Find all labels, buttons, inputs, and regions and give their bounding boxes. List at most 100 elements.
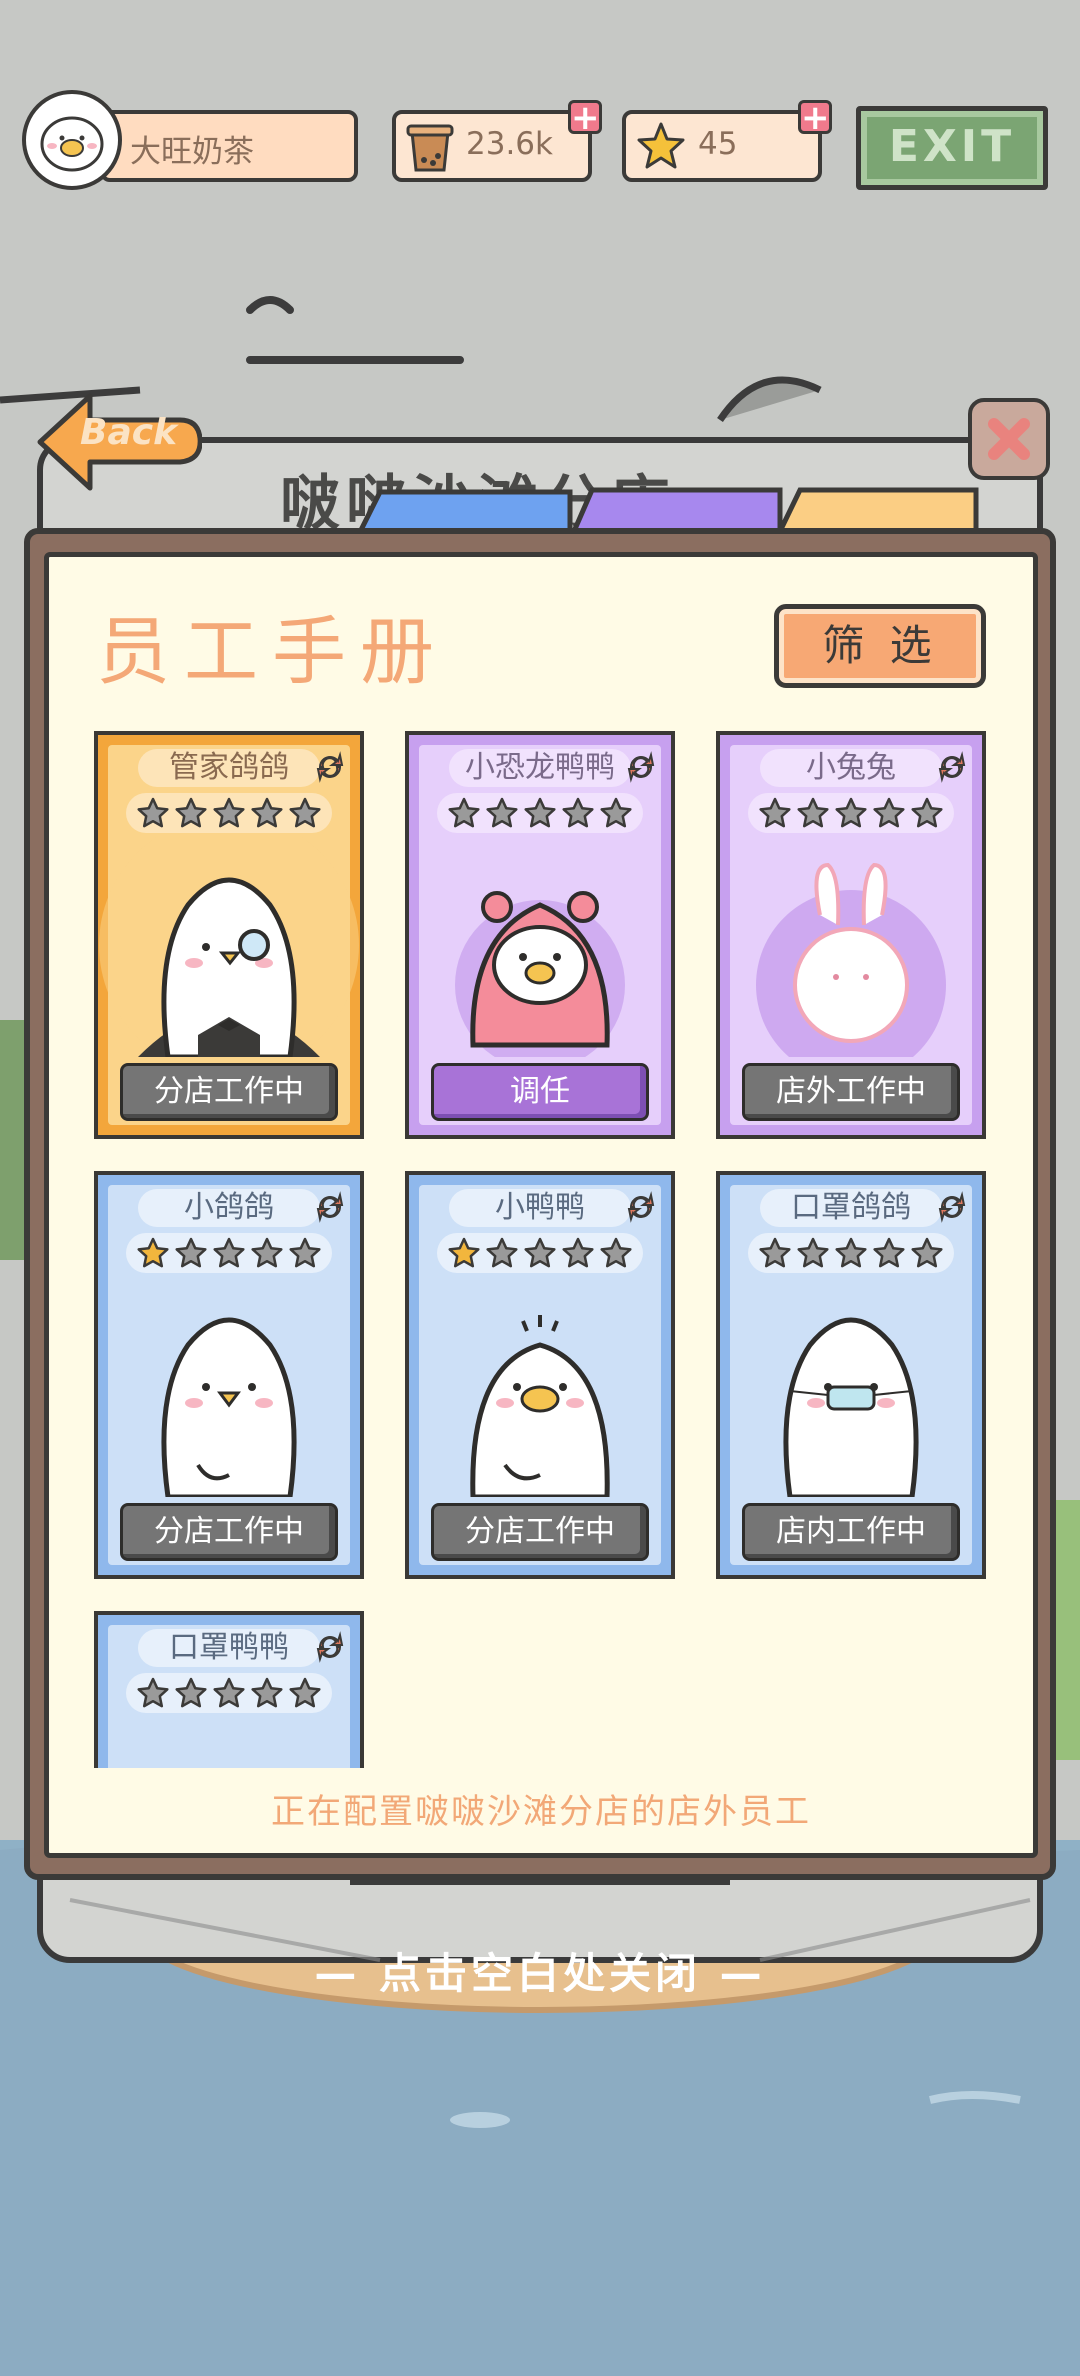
star-empty-icon — [251, 1677, 283, 1708]
star-empty-icon — [486, 1237, 518, 1268]
close-icon — [988, 418, 1030, 460]
work-status-label: 分店工作中 — [120, 1063, 338, 1121]
tea-count: 23.6k — [466, 126, 553, 162]
star-empty-icon — [835, 797, 867, 828]
bubble-tea-icon — [406, 124, 454, 172]
work-status-label: 分店工作中 — [120, 1503, 338, 1561]
star-rating — [126, 1233, 332, 1273]
star-empty-icon — [873, 797, 905, 828]
star-rating — [437, 1233, 643, 1273]
staff-name: 口罩鸽鸽 — [760, 1189, 942, 1227]
star-empty-icon — [562, 1237, 594, 1268]
refresh-icon[interactable] — [623, 749, 659, 785]
character-illustration — [98, 815, 360, 1075]
star-rating — [126, 793, 332, 833]
tea-currency-pill[interactable]: 23.6k + — [392, 100, 602, 182]
star-empty-icon — [797, 1237, 829, 1268]
star-empty-icon — [600, 797, 632, 828]
character-illustration — [720, 1275, 982, 1500]
staff-name: 口罩鸭鸭 — [138, 1629, 320, 1667]
panel-footer-text: 正在配置啵啵沙滩分店的店外员工 — [271, 1792, 811, 1832]
refresh-icon[interactable] — [934, 749, 970, 785]
star-empty-icon — [524, 1237, 556, 1268]
star-empty-icon — [911, 1237, 943, 1268]
star-empty-icon — [600, 1237, 632, 1268]
duck-avatar-icon — [40, 116, 104, 172]
refresh-icon[interactable] — [312, 749, 348, 785]
refresh-icon[interactable] — [312, 1189, 348, 1225]
player-name: 大旺奶茶 — [130, 134, 254, 170]
star-empty-icon — [759, 1237, 791, 1268]
staff-card[interactable]: 管家鸽鸽 分店工作中 — [94, 731, 364, 1139]
character-illustration — [98, 1275, 360, 1500]
staff-name: 小恐龙鸭鸭 — [449, 749, 631, 787]
panel-title: 员工手册 — [96, 609, 448, 695]
staff-name: 小鸽鸽 — [138, 1189, 320, 1227]
staff-card[interactable]: 口罩鸭鸭 — [94, 1611, 364, 1768]
star-empty-icon — [213, 1237, 245, 1268]
star-empty-icon — [448, 797, 480, 828]
staff-card[interactable]: 小鸽鸽 分店工作中 — [94, 1171, 364, 1579]
star-empty-icon — [289, 797, 321, 828]
star-currency-pill[interactable]: 45 + — [622, 100, 832, 182]
star-empty-icon — [137, 797, 169, 828]
star-rating — [437, 793, 643, 833]
add-star-button[interactable]: + — [798, 100, 832, 135]
exit-label: EXIT — [888, 121, 1016, 172]
back-label: Back — [80, 412, 178, 453]
star-filled-icon — [448, 1237, 480, 1268]
filter-label: 筛 选 — [822, 621, 938, 670]
work-status-label: 店外工作中 — [742, 1063, 960, 1121]
work-status-label: 分店工作中 — [431, 1503, 649, 1561]
character-illustration — [409, 1275, 671, 1500]
refresh-icon[interactable] — [312, 1629, 348, 1665]
staff-card[interactable]: 小恐龙鸭鸭 调任 — [405, 731, 675, 1139]
star-empty-icon — [759, 797, 791, 828]
add-tea-button[interactable]: + — [568, 100, 602, 135]
star-empty-icon — [835, 1237, 867, 1268]
close-button[interactable] — [968, 398, 1050, 480]
work-status-label: 店内工作中 — [742, 1503, 960, 1561]
staff-name: 小鸭鸭 — [449, 1189, 631, 1227]
star-empty-icon — [289, 1677, 321, 1708]
star-empty-icon — [175, 1677, 207, 1708]
refresh-icon[interactable] — [934, 1189, 970, 1225]
staff-card[interactable]: 口罩鸽鸽 店内工作中 — [716, 1171, 986, 1579]
star-empty-icon — [213, 797, 245, 828]
star-filled-icon — [137, 1237, 169, 1268]
staff-card[interactable]: 小兔兔 店外工作中 — [716, 731, 986, 1139]
star-empty-icon — [251, 797, 283, 828]
player-name-pill[interactable]: 大旺奶茶 — [100, 110, 358, 182]
staff-name: 小兔兔 — [760, 749, 942, 787]
back-button[interactable]: Back — [30, 390, 202, 494]
star-rating — [748, 793, 954, 833]
star-empty-icon — [873, 1237, 905, 1268]
game-scene: 啵啵沙滩分店 大旺奶茶 23.6k + 45 + EXIT — [0, 0, 1080, 2376]
star-empty-icon — [251, 1237, 283, 1268]
staff-card[interactable]: 小鸭鸭 分店工作中 — [405, 1171, 675, 1579]
transfer-button[interactable]: 调任 — [431, 1063, 649, 1121]
player-avatar[interactable] — [22, 90, 122, 190]
star-count: 45 — [698, 126, 738, 162]
star-empty-icon — [175, 1237, 207, 1268]
character-illustration — [98, 1715, 360, 1768]
star-empty-icon — [175, 797, 207, 828]
character-illustration — [409, 835, 671, 1070]
star-empty-icon — [486, 797, 518, 828]
star-empty-icon — [797, 797, 829, 828]
exit-button[interactable]: EXIT — [856, 106, 1048, 190]
star-empty-icon — [524, 797, 556, 828]
star-empty-icon — [289, 1237, 321, 1268]
star-empty-icon — [137, 1677, 169, 1708]
star-rating — [126, 1673, 332, 1713]
star-empty-icon — [911, 797, 943, 828]
refresh-icon[interactable] — [623, 1189, 659, 1225]
star-icon — [637, 122, 685, 169]
filter-button[interactable]: 筛 选 — [774, 604, 986, 688]
close-hint[interactable]: — 点击空白处关闭 — — [0, 1940, 1080, 2001]
star-rating — [748, 1233, 954, 1273]
star-empty-icon — [562, 797, 594, 828]
staff-name: 管家鸽鸽 — [138, 749, 320, 787]
staff-grid: 管家鸽鸽 分店工作中 小恐龙鸭鸭 调任 小兔兔 店外工作中 小鸽鸽 分店工作中 小鸭鸭 分店工作中… — [50, 700, 1034, 1768]
star-empty-icon — [213, 1677, 245, 1708]
